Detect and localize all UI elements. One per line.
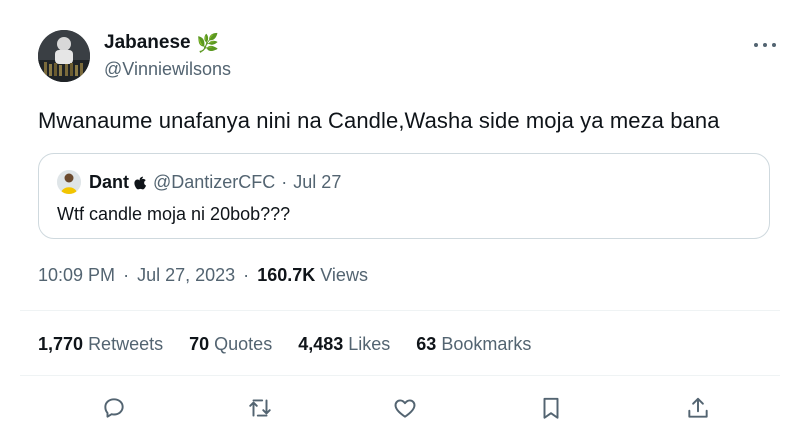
stat-label: Bookmarks [441, 334, 532, 354]
stat-label: Likes [348, 334, 391, 354]
quoted-display-name[interactable]: Dant [89, 172, 129, 193]
quoted-tweet-header: Dant @DantizerCFC · Jul 27 [57, 170, 341, 194]
divider-bottom [20, 375, 780, 376]
stat-count: 70 [189, 334, 210, 354]
stat-count: 4,483 [298, 334, 344, 354]
views-label: Views [320, 265, 368, 285]
reply-icon[interactable] [101, 395, 129, 423]
heart-icon[interactable] [392, 395, 420, 423]
meta-separator: · [123, 265, 130, 285]
engagement-stats: 1,770 Retweets 70 Quotes 4,483 Likes 63 … [38, 334, 557, 355]
quoted-tweet-text: Wtf candle moja ni 20bob??? [57, 204, 291, 224]
bookmark-icon[interactable] [538, 395, 566, 423]
tweet-text: Mwanaume unafanya nini na Candle,Washa s… [38, 108, 720, 133]
stat-count: 1,770 [38, 334, 84, 354]
stat-label: Quotes [214, 334, 273, 354]
more-horizontal-icon[interactable] [752, 38, 778, 52]
author-handle[interactable]: @Vinniewilsons [104, 59, 231, 80]
tweet-meta: 10:09 PM · Jul 27, 2023 · 160.7K Views [38, 265, 368, 286]
stat-count: 63 [416, 334, 437, 354]
author-avatar[interactable] [38, 30, 90, 82]
tweet-time[interactable]: 10:09 PM [38, 265, 115, 285]
quoted-separator: · [281, 171, 288, 192]
quoted-handle[interactable]: @DantizerCFC [153, 172, 275, 193]
author-names: Jabanese 🌿 @Vinniewilsons [104, 32, 231, 80]
herb-emoji-icon: 🌿 [196, 32, 220, 53]
author-display-name[interactable]: Jabanese 🌿 [104, 32, 219, 54]
share-icon[interactable] [685, 395, 713, 423]
avatar-image [38, 30, 90, 82]
tweet-date[interactable]: Jul 27, 2023 [137, 265, 235, 285]
author-display-name-text: Jabanese [104, 32, 191, 53]
quoted-author-avatar[interactable] [57, 170, 81, 194]
quoted-tweet-card[interactable]: Dant @DantizerCFC · Jul 27 Wtf candle mo… [38, 153, 770, 239]
stat-retweets[interactable]: 1,770 Retweets [38, 334, 163, 355]
views-count: 160.7K [257, 265, 316, 285]
stat-likes[interactable]: 4,483 Likes [298, 334, 390, 355]
retweet-icon[interactable] [247, 395, 275, 423]
apple-logo-icon [133, 174, 147, 190]
stat-label: Retweets [88, 334, 164, 354]
stat-quotes[interactable]: 70 Quotes [189, 334, 272, 355]
stat-bookmarks[interactable]: 63 Bookmarks [416, 334, 531, 355]
divider-top [20, 310, 780, 311]
meta-separator-2: · [243, 265, 250, 285]
quoted-date[interactable]: Jul 27 [293, 172, 341, 193]
action-bar [0, 395, 800, 425]
tweet-header: Jabanese 🌿 @Vinniewilsons [38, 30, 780, 86]
